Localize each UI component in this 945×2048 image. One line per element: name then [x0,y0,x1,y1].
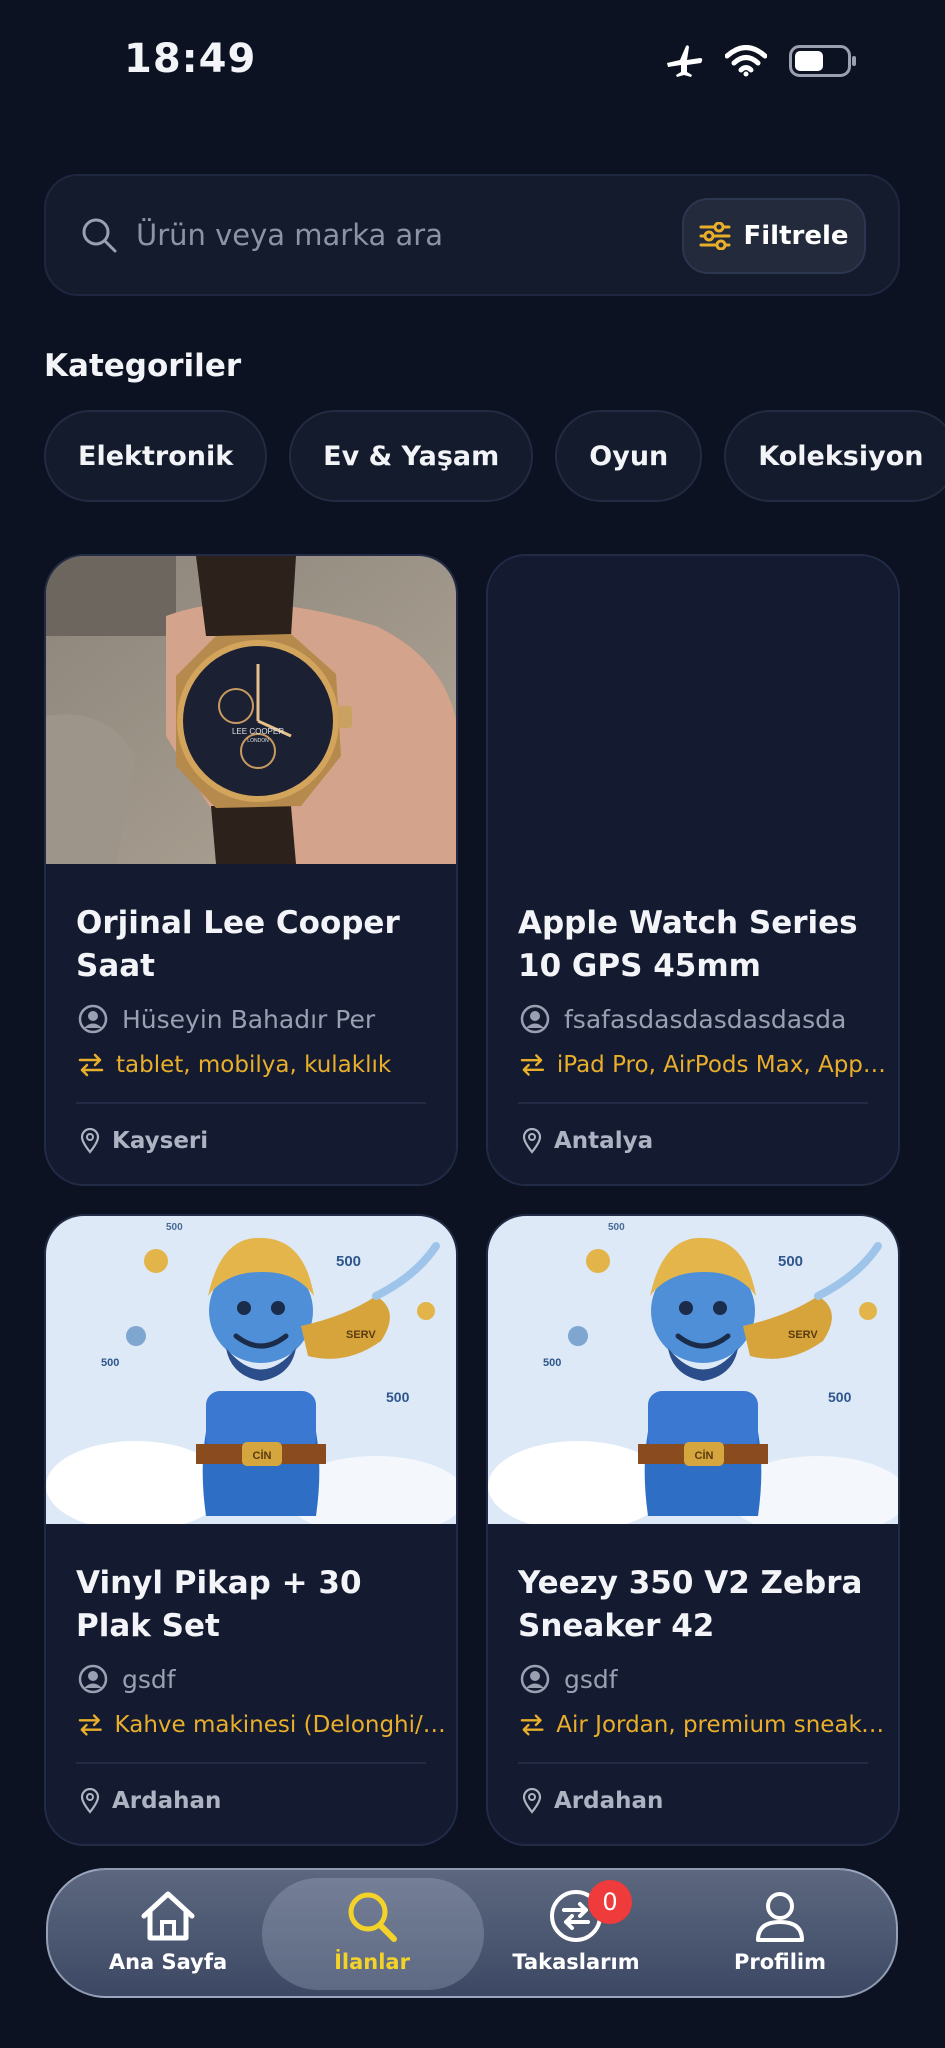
battery-icon [789,45,856,77]
listing-owner: Hüseyin Bahadır Per [78,1004,375,1034]
bottom-tab-bar: Ana Sayfa İlanlar 0 Takaslarım Profilim [46,1868,898,1998]
swap-count-badge: 0 [588,1880,632,1924]
category-chip-oyun[interactable]: Oyun [555,410,703,502]
filter-label: Filtrele [743,221,849,251]
listing-location: Kayseri [80,1128,208,1154]
user-circle-icon [520,1664,550,1694]
genie-belt-text: CİN [253,1449,272,1462]
search-icon [348,1892,397,1942]
location-pin-icon [522,1128,542,1154]
user-circle-icon [78,1004,108,1034]
tab-label: Profilim [733,1950,827,1974]
genie-number: 500 [778,1253,803,1270]
location-text: Ardahan [554,1788,664,1814]
listing-location: Antalya [522,1128,653,1154]
listing-owner: gsdf [78,1664,176,1694]
location-pin-icon [522,1788,542,1814]
swap-arrows-icon [78,1714,102,1736]
listing-wants: iPad Pro, AirPods Max, Apple... [520,1052,890,1078]
listing-image: LEE COOPER LONDON [46,556,456,864]
card-divider [76,1102,426,1104]
location-text: Antalya [554,1128,654,1154]
tab-listings[interactable]: İlanlar [272,1888,472,1974]
owner-name: gsdf [122,1664,176,1694]
card-divider [76,1762,426,1764]
home-icon [141,1891,195,1941]
listing-title: Yeezy 350 V2 Zebra Sneaker 42 [518,1565,863,1644]
status-icons [665,44,857,78]
listing-title: Vinyl Pikap + 30 Plak Set [76,1565,362,1644]
categories-title: Kategoriler [44,348,242,384]
watch-brand-text: LEE COOPER [232,727,284,736]
wants-text: iPad Pro, AirPods Max, Apple... [556,1052,890,1078]
listing-wants: Kahve makinesi (Delonghi/Br... [78,1712,448,1738]
genie-number: 500 [386,1389,410,1405]
search-input[interactable]: Ürün veya marka ara [136,218,443,252]
listing-location: Ardahan [80,1788,221,1814]
location-pin-icon [80,1128,100,1154]
genie-number: 500 [166,1222,183,1233]
genie-belt-text: CİN [695,1449,714,1462]
genie-number: 500 [608,1222,625,1233]
listing-wants: tablet, mobilya, kulaklık [78,1052,448,1078]
swap-arrows-icon [520,1054,545,1076]
tab-label: İlanlar [334,1950,410,1974]
genie-number: 500 [543,1357,561,1369]
listing-card[interactable]: 500 500 500 500 CİN SERV Vinyl Pikap + 3… [44,1214,458,1846]
wifi-icon [725,45,767,77]
filter-button[interactable]: Filtrele [682,198,866,274]
swap-arrows-icon [520,1714,544,1736]
genie-lamp-text: SERV [346,1329,376,1341]
wants-text: tablet, mobilya, kulaklık [116,1052,392,1078]
watch-sub-text: LONDON [247,738,269,744]
listing-wants: Air Jordan, premium sneaker,... [520,1712,890,1738]
search-icon [82,218,117,253]
wants-text: Kahve makinesi (Delonghi/Br... [114,1712,448,1738]
listing-location: Ardahan [522,1788,663,1814]
card-divider [518,1762,868,1764]
category-chip-ev-yasam[interactable]: Ev & Yaşam [289,410,534,502]
location-pin-icon [80,1788,100,1814]
swap-arrows-icon [78,1053,104,1077]
user-circle-icon [78,1664,108,1694]
profile-icon [756,1892,804,1942]
tab-profile[interactable]: Profilim [680,1888,880,1974]
owner-name: Hüseyin Bahadır Per [122,1004,376,1034]
genie-lamp-text: SERV [788,1329,818,1341]
wants-text: Air Jordan, premium sneaker,... [556,1712,890,1738]
genie-number: 500 [101,1357,119,1369]
user-circle-icon [520,1004,550,1034]
airplane-icon [667,45,703,77]
listing-image-empty [488,556,898,864]
status-time: 18:49 [124,36,257,82]
owner-name: gsdf [564,1664,618,1694]
listing-owner: fsafasdasdasdasdasda [520,1004,846,1034]
status-bar: 18:49 [0,0,945,120]
location-text: Kayseri [112,1128,209,1154]
category-chip-elektronik[interactable]: Elektronik [44,410,268,502]
listing-image: 500 500 500 500 CİN SERV [46,1216,456,1524]
sliders-icon [699,222,731,250]
category-chip-koleksiyon[interactable]: Koleksiyon [724,410,945,502]
owner-name: fsafasdasdasdasdasda [564,1004,847,1034]
genie-number: 500 [828,1389,852,1405]
listing-title: Orjinal Lee Cooper Saat [76,905,400,984]
listing-image: 500 500 500 500 CİN SERV [488,1216,898,1524]
genie-number: 500 [336,1253,361,1270]
category-chips: Elektronik Ev & Yaşam Oyun Koleksiyon [44,410,945,502]
listing-card[interactable]: LEE COOPER LONDON Orjinal Lee Cooper Saa… [44,554,458,1186]
tab-label: Takaslarım [512,1950,640,1974]
tab-home[interactable]: Ana Sayfa [68,1888,268,1974]
listing-card[interactable]: 500 500 500 500 CİN SERV Yeezy 350 V2 Ze… [486,1214,900,1846]
listing-card[interactable]: Apple Watch Series 10 GPS 45mm fsafasdas… [486,554,900,1186]
location-text: Ardahan [112,1788,222,1814]
tab-swaps[interactable]: 0 Takaslarım [476,1880,676,1974]
card-divider [518,1102,868,1104]
search-bar[interactable]: Ürün veya marka ara Filtrele [44,174,900,296]
listing-owner: gsdf [520,1664,618,1694]
listing-title: Apple Watch Series 10 GPS 45mm [518,905,858,984]
tab-label: Ana Sayfa [108,1950,228,1974]
